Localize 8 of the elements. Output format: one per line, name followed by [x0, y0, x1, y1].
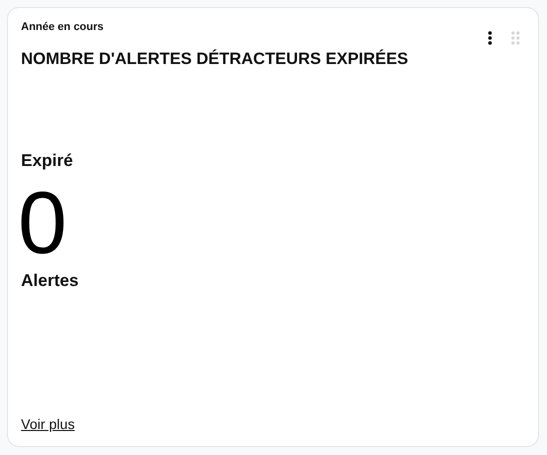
drag-handle-icon[interactable] — [511, 31, 520, 45]
metric-value: 0 — [18, 179, 67, 267]
unit-label: Alertes — [21, 271, 79, 291]
period-label: Année en cours — [21, 21, 104, 33]
status-label: Expiré — [21, 151, 73, 171]
see-more-link[interactable]: Voir plus — [21, 416, 75, 432]
card-title: NOMBRE D'ALERTES DÉTRACTEURS EXPIRÉES — [21, 50, 408, 69]
more-options-icon[interactable] — [488, 31, 492, 45]
